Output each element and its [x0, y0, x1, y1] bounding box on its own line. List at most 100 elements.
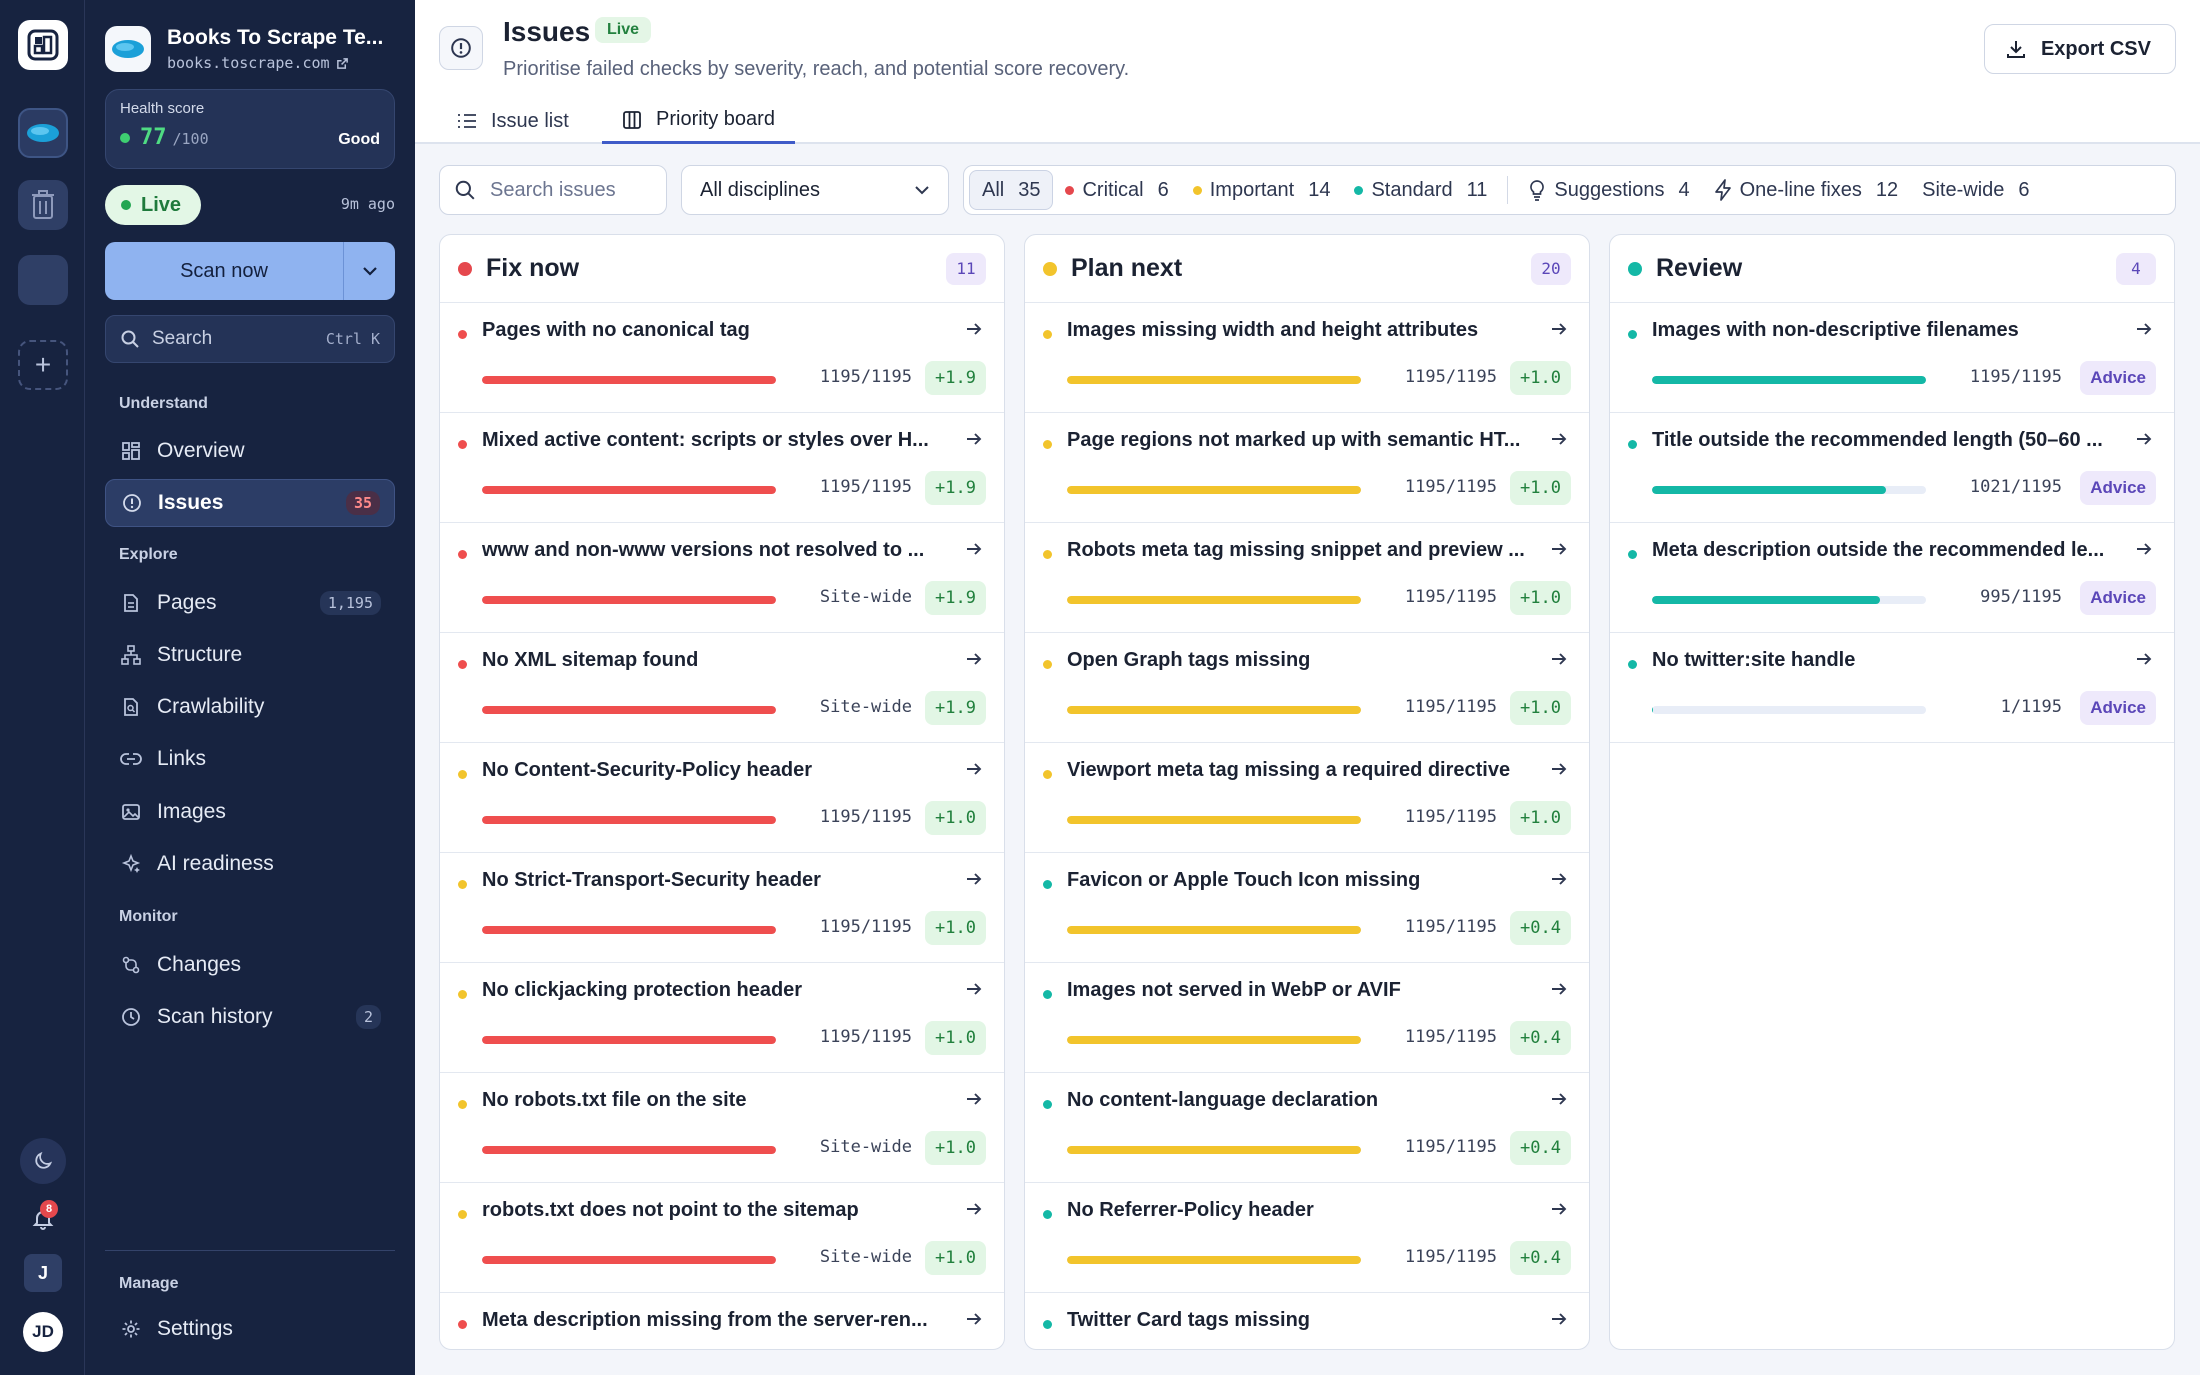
sidebar-item-issues[interactable]: Issues 35: [105, 479, 395, 527]
arrow-right-icon[interactable]: [960, 975, 988, 1003]
issue-card[interactable]: No Strict-Transport-Security header 1195/…: [440, 853, 1004, 963]
arrow-right-icon[interactable]: [2130, 425, 2158, 453]
arrow-right-icon[interactable]: [960, 425, 988, 453]
arrow-right-icon[interactable]: [2130, 535, 2158, 563]
issue-card[interactable]: Title outside the recommended length (50…: [1610, 413, 2174, 523]
tab-issue-list[interactable]: Issue list: [437, 98, 589, 144]
arrow-right-icon[interactable]: [1545, 865, 1573, 893]
issue-card[interactable]: No Content-Security-Policy header 1195/11…: [440, 743, 1004, 853]
search-shortcut: Ctrl K: [325, 330, 380, 348]
arrow-right-icon[interactable]: [960, 865, 988, 893]
issues-page-icon: [439, 26, 483, 70]
sidebar-item-pages[interactable]: Pages 1,195: [105, 579, 395, 627]
rail-site-books[interactable]: [18, 108, 68, 158]
reach-bar: [1067, 596, 1361, 604]
add-site-button[interactable]: +: [18, 340, 68, 390]
sidebar-item-settings[interactable]: Settings: [105, 1305, 395, 1353]
issue-severity-dot: [458, 440, 467, 449]
issue-card[interactable]: No XML sitemap found Site-wide +1.9: [440, 633, 1004, 743]
notifications-button[interactable]: 8: [20, 1196, 66, 1242]
rail-site-three[interactable]: [18, 255, 68, 305]
issue-severity-dot: [1043, 880, 1052, 889]
arrow-right-icon[interactable]: [960, 1195, 988, 1223]
user-avatar[interactable]: JD: [23, 1312, 63, 1352]
theme-toggle-button[interactable]: [20, 1138, 66, 1184]
site-url-link[interactable]: books.toscrape.com: [167, 54, 397, 72]
arrow-right-icon[interactable]: [960, 755, 988, 783]
issue-card[interactable]: Images with non-descriptive filenames 119…: [1610, 303, 2174, 413]
export-csv-button[interactable]: Export CSV: [1983, 24, 2176, 74]
arrow-right-icon[interactable]: [1545, 755, 1573, 783]
issue-reach: 1195/1195: [1404, 1247, 1497, 1267]
arrow-right-icon[interactable]: [2130, 645, 2158, 673]
chip-critical[interactable]: Critical 6: [1053, 170, 1180, 210]
scan-options-button[interactable]: [343, 242, 395, 300]
discipline-select[interactable]: All disciplines: [681, 165, 949, 215]
arrow-right-icon[interactable]: [1545, 1195, 1573, 1223]
sidebar-item-changes[interactable]: Changes: [105, 941, 395, 989]
chip-label: All: [982, 178, 1005, 201]
workspace-avatar[interactable]: J: [24, 1254, 62, 1292]
arrow-right-icon[interactable]: [960, 1085, 988, 1113]
chip-standard[interactable]: Standard 11: [1342, 170, 1499, 210]
arrow-right-icon[interactable]: [960, 315, 988, 343]
issue-card[interactable]: Pages with no canonical tag 1195/1195 +1.9: [440, 303, 1004, 413]
chip-one-line-fixes[interactable]: One-line fixes 12: [1702, 170, 1911, 210]
sidebar-item-scan-history[interactable]: Scan history 2: [105, 993, 395, 1041]
issue-card[interactable]: Images missing width and height attribut…: [1025, 303, 1589, 413]
issue-card[interactable]: Viewport meta tag missing a required dir…: [1025, 743, 1589, 853]
arrow-right-icon[interactable]: [1545, 975, 1573, 1003]
issue-card[interactable]: Favicon or Apple Touch Icon missing 1195/…: [1025, 853, 1589, 963]
issue-card[interactable]: No content-language declaration 1195/1195…: [1025, 1073, 1589, 1183]
arrow-right-icon[interactable]: [1545, 425, 1573, 453]
sidebar-item-links[interactable]: Links: [105, 735, 395, 783]
sidebar-item-images[interactable]: Images: [105, 788, 395, 836]
arrow-right-icon[interactable]: [1545, 535, 1573, 563]
site-header[interactable]: Books To Scrape Te... books.toscrape.com: [105, 26, 397, 72]
issue-card[interactable]: Images not served in WebP or AVIF 1195/11…: [1025, 963, 1589, 1073]
issue-card[interactable]: Mixed active content: scripts or styles …: [440, 413, 1004, 523]
rail-site-two[interactable]: [18, 180, 68, 230]
issue-card[interactable]: Twitter Card tags missing: [1025, 1293, 1589, 1349]
notification-count-badge: 8: [40, 1200, 58, 1218]
issue-card[interactable]: Page regions not marked up with semantic…: [1025, 413, 1589, 523]
arrow-right-icon[interactable]: [1545, 1085, 1573, 1113]
arrow-right-icon[interactable]: [1545, 315, 1573, 343]
arrow-right-icon[interactable]: [960, 535, 988, 563]
scan-now-button[interactable]: Scan now: [105, 260, 343, 283]
sidebar-item-overview[interactable]: Overview: [105, 427, 395, 475]
issue-search-input[interactable]: Search issues: [439, 165, 667, 215]
arrow-right-icon[interactable]: [1545, 645, 1573, 673]
issue-card[interactable]: www and non-www versions not resolved to…: [440, 523, 1004, 633]
issue-title: www and non-www versions not resolved to…: [482, 539, 925, 561]
chip-all[interactable]: All 35: [969, 170, 1054, 210]
issue-card[interactable]: No twitter:site handle 1/1195 Advice: [1610, 633, 2174, 743]
tab-priority-board[interactable]: Priority board: [602, 98, 795, 144]
sidebar-item-crawlability[interactable]: Crawlability: [105, 683, 395, 731]
chip-suggestions[interactable]: Suggestions 4: [1516, 170, 1701, 210]
sidebar-item-structure[interactable]: Structure: [105, 631, 395, 679]
arrow-right-icon[interactable]: [2130, 315, 2158, 343]
app-logo[interactable]: [18, 20, 68, 70]
arrow-right-icon[interactable]: [960, 645, 988, 673]
issue-card[interactable]: Robots meta tag missing snippet and prev…: [1025, 523, 1589, 633]
issue-card[interactable]: No Referrer-Policy header 1195/1195 +0.4: [1025, 1183, 1589, 1293]
arrow-right-icon[interactable]: [1545, 1305, 1573, 1333]
reach-bar-fill: [482, 1256, 776, 1264]
issue-title: Viewport meta tag missing a required dir…: [1067, 759, 1511, 781]
arrow-right-icon[interactable]: [960, 1305, 988, 1333]
issue-card[interactable]: Meta description outside the recommended…: [1610, 523, 2174, 633]
chip-important[interactable]: Important 14: [1181, 170, 1343, 210]
issue-card[interactable]: No clickjacking protection header 1195/11…: [440, 963, 1004, 1073]
issue-card[interactable]: Meta description missing from the server…: [440, 1293, 1004, 1349]
issue-card[interactable]: No robots.txt file on the site Site-wide +…: [440, 1073, 1004, 1183]
sidebar-item-label: Images: [157, 800, 226, 823]
issue-card[interactable]: Open Graph tags missing 1195/1195 +1.0: [1025, 633, 1589, 743]
issue-card[interactable]: robots.txt does not point to the sitemap…: [440, 1183, 1004, 1293]
sidebar-search[interactable]: Search Ctrl K: [105, 315, 395, 363]
reach-bar-fill: [482, 486, 776, 494]
reach-bar-fill: [482, 706, 776, 714]
sidebar-item-ai-readiness[interactable]: AI readiness: [105, 840, 395, 888]
health-score-card[interactable]: Health score 77 /100 Good: [105, 89, 395, 169]
chip-site-wide[interactable]: Site-wide 6: [1910, 170, 2041, 210]
